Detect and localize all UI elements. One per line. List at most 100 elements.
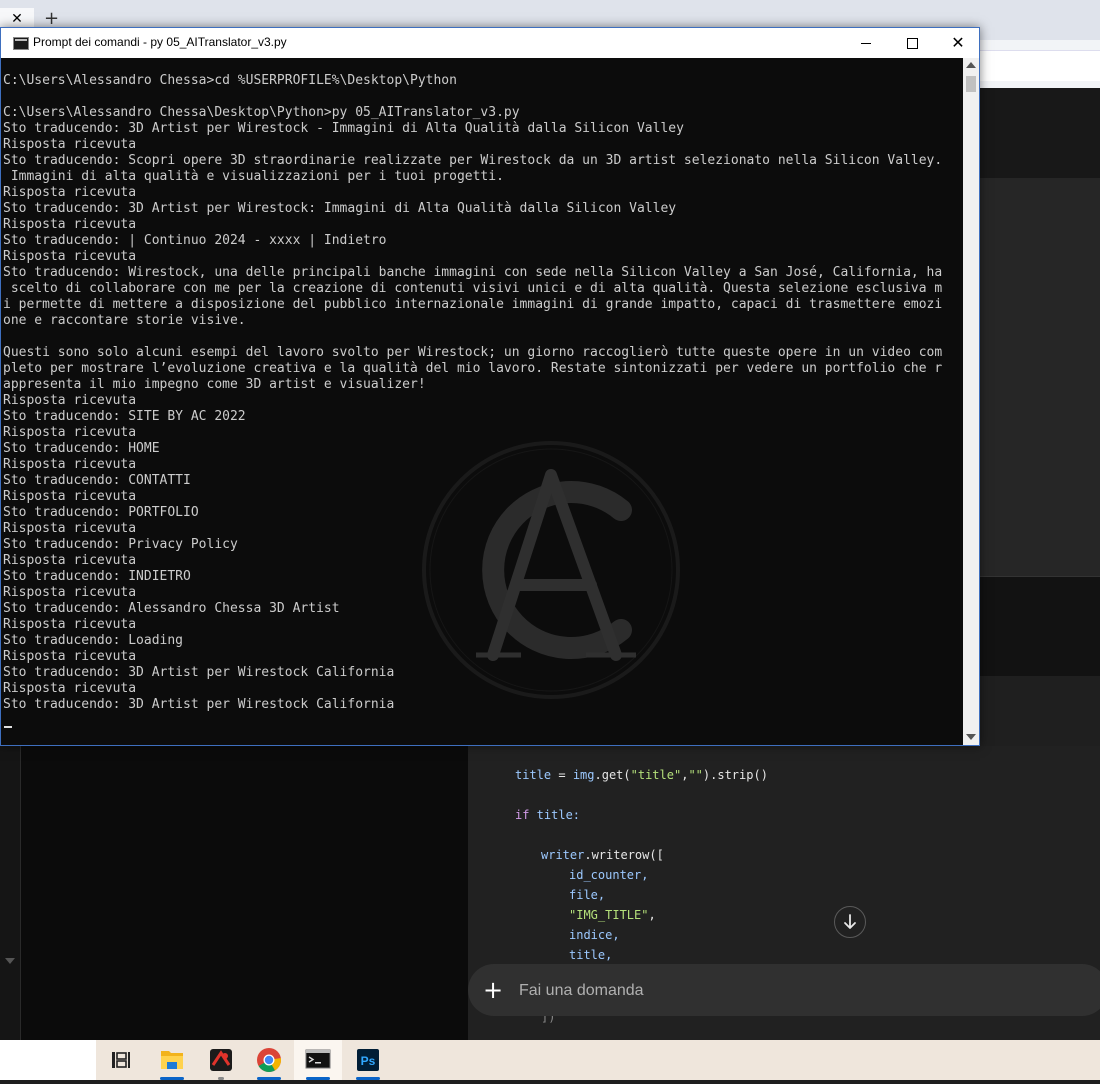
app-icon	[210, 1049, 232, 1071]
minimize-icon	[861, 42, 871, 44]
code-line: file,	[569, 888, 606, 902]
code-token: writer	[541, 848, 585, 862]
arrow-down-icon	[844, 914, 856, 929]
browser-panel-lower	[980, 576, 1100, 677]
browser-content-panel	[980, 178, 1100, 576]
task-view-icon	[112, 1052, 130, 1068]
code-line: indice,	[569, 928, 620, 942]
console-line: Sto traducendo: HOME	[3, 441, 160, 456]
add-attachment-button[interactable]: +	[482, 976, 504, 1004]
task-view-button[interactable]	[97, 1040, 145, 1080]
code-token: ,	[648, 908, 656, 922]
console-line: appresenta il mio impegno come 3D artist…	[3, 377, 426, 392]
console-line: Risposta ricevuta	[3, 681, 137, 696]
console-line: Immagini di alta qualità e visualizzazio…	[10, 169, 504, 184]
maximize-icon	[906, 37, 918, 49]
console-line: Risposta ricevuta	[3, 249, 137, 264]
chevron-down-icon[interactable]	[5, 958, 15, 964]
terminal-icon	[13, 37, 29, 50]
console-line: Sto traducendo: Alessandro Chessa 3D Art…	[3, 601, 340, 616]
editor-gutter	[0, 746, 21, 1040]
console-line: Risposta ricevuta	[3, 617, 137, 632]
console-line: Sto traducendo: SITE BY AC 2022	[3, 409, 246, 424]
close-button[interactable]: ✕	[935, 28, 981, 58]
console-line: Sto traducendo: PORTFOLIO	[3, 505, 199, 520]
console-line: Sto traducendo: 3D Artist per Wirestock …	[3, 121, 684, 136]
console-line: Risposta ricevuta	[3, 217, 137, 232]
console-line: Sto traducendo: 3D Artist per Wirestock:…	[3, 201, 677, 216]
code-token: =	[551, 768, 573, 782]
console-line: Risposta ricevuta	[3, 393, 137, 408]
console-line: i permette di mettere a disposizione del…	[3, 297, 943, 312]
console-line: pleto per mostrare l’evoluzione creativa…	[3, 361, 943, 376]
text-cursor	[4, 726, 12, 728]
console-body[interactable]: C:\Users\Alessandro Chessa>cd %USERPROFI…	[1, 58, 963, 745]
console-line: scelto di collaborare con me per la crea…	[10, 281, 943, 296]
chat-input[interactable]	[519, 980, 919, 1002]
console-line: Risposta ricevuta	[3, 185, 137, 200]
code-token: .get(	[594, 768, 631, 782]
console-line: Risposta ricevuta	[3, 553, 137, 568]
code-token: title	[515, 768, 552, 782]
vertical-scrollbar[interactable]	[963, 58, 979, 745]
console-line: Risposta ricevuta	[3, 137, 137, 152]
title-bar[interactable]: Prompt dei comandi - py 05_AITranslator_…	[1, 28, 979, 58]
code-line: id_counter,	[569, 868, 649, 882]
code-token: title:	[529, 808, 581, 822]
file-explorer-button[interactable]	[148, 1040, 196, 1080]
scroll-up-icon[interactable]	[966, 62, 976, 68]
console-line: Sto traducendo: Privacy Policy	[3, 537, 238, 552]
code-token: img	[572, 768, 595, 782]
photoshop-icon: Ps	[357, 1049, 379, 1071]
console-line: Sto traducendo: Scopri opere 3D straordi…	[3, 153, 943, 168]
console-line: Risposta ricevuta	[3, 585, 137, 600]
terminal-icon	[305, 1049, 331, 1069]
browser-content-lower	[980, 676, 1100, 746]
terminal-button[interactable]	[294, 1040, 342, 1080]
browser-address-bar[interactable]	[980, 50, 1100, 81]
console-line: Risposta ricevuta	[3, 521, 137, 536]
console-line: Sto traducendo: 3D Artist per Wirestock …	[3, 697, 395, 712]
browser-panel	[980, 88, 1100, 178]
console-line: Sto traducendo: INDIETRO	[3, 569, 191, 584]
console-line: Risposta ricevuta	[3, 649, 137, 664]
console-output: C:\Users\Alessandro Chessa>cd %USERPROFI…	[3, 73, 963, 713]
scroll-down-button[interactable]	[834, 906, 866, 938]
code-token: "title"	[630, 768, 682, 782]
console-line: one e raccontare storie visive.	[3, 313, 246, 328]
console-line: Sto traducendo: 3D Artist per Wirestock …	[3, 665, 395, 680]
console-line: Sto traducendo: | Continuo 2024 - xxxx |…	[3, 233, 387, 248]
code-line: if title:	[515, 808, 580, 822]
scrollbar-thumb[interactable]	[966, 76, 976, 92]
folder-icon	[161, 1051, 183, 1069]
minimize-button[interactable]	[843, 28, 889, 58]
window-title: Prompt dei comandi - py 05_AITranslator_…	[33, 35, 287, 49]
taskbar-search-box[interactable]	[0, 1040, 96, 1080]
console-line: Sto traducendo: Loading	[3, 633, 184, 648]
code-token: ""	[688, 768, 703, 782]
code-token: if	[515, 808, 530, 822]
console-line: Risposta ricevuta	[3, 425, 137, 440]
maximize-button[interactable]	[889, 28, 935, 58]
editor-area	[0, 746, 468, 1040]
chrome-button[interactable]	[245, 1040, 293, 1080]
console-line: C:\Users\Alessandro Chessa\Desktop\Pytho…	[3, 105, 520, 120]
code-token: ).strip()	[702, 768, 768, 782]
photoshop-label: Ps	[361, 1054, 376, 1068]
console-line: C:\Users\Alessandro Chessa>cd %USERPROFI…	[3, 73, 457, 88]
photoshop-button[interactable]: Ps	[344, 1040, 392, 1080]
scroll-down-icon[interactable]	[966, 734, 976, 740]
code-line: title,	[569, 948, 613, 962]
console-line: Risposta ricevuta	[3, 489, 137, 504]
console-line: Questi sono solo alcuni esempi del lavor…	[3, 345, 943, 360]
code-line: "IMG_TITLE",	[569, 908, 656, 922]
code-token: .writerow([	[584, 848, 664, 862]
chrome-icon	[257, 1048, 281, 1073]
command-prompt-window: Prompt dei comandi - py 05_AITranslator_…	[0, 27, 980, 746]
code-token: "IMG_TITLE"	[569, 908, 649, 922]
code-line: writer.writerow([	[541, 848, 664, 862]
console-line: Risposta ricevuta	[3, 457, 137, 472]
console-line: Sto traducendo: Wirestock, una delle pri…	[3, 265, 943, 280]
console-line: Sto traducendo: CONTATTI	[3, 473, 191, 488]
app-button[interactable]	[197, 1040, 245, 1080]
